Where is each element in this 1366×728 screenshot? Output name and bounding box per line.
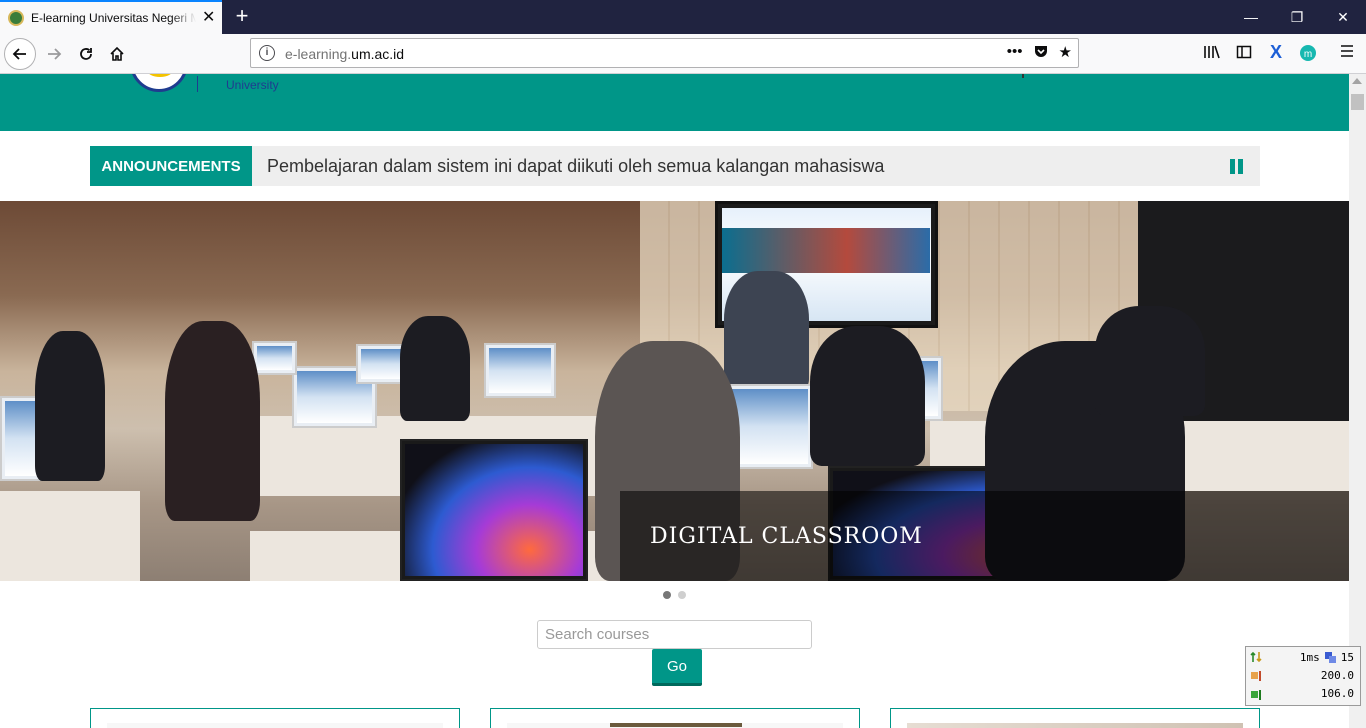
hero-slider[interactable]: DIGITAL CLASSROOM bbox=[0, 201, 1349, 581]
pocket-icon[interactable] bbox=[1033, 43, 1049, 59]
site-favicon-icon bbox=[8, 10, 24, 26]
reload-button[interactable] bbox=[70, 38, 102, 70]
student-figure bbox=[1095, 306, 1205, 416]
minimize-button[interactable]: — bbox=[1228, 0, 1274, 34]
menu-icon[interactable] bbox=[1337, 44, 1357, 63]
back-button[interactable] bbox=[4, 38, 36, 70]
student-figure bbox=[810, 326, 925, 466]
slider-dot-1[interactable] bbox=[663, 591, 671, 599]
logo-text: University bbox=[226, 78, 279, 92]
search-go-button[interactable]: Go bbox=[652, 649, 702, 686]
m-extension-icon[interactable]: m bbox=[1298, 44, 1318, 67]
reload-icon bbox=[80, 48, 92, 60]
slider-dot-2[interactable] bbox=[678, 591, 686, 599]
header-mark bbox=[1022, 74, 1024, 78]
url-prefix: e-learning. bbox=[285, 46, 352, 62]
pause-icon[interactable] bbox=[1230, 159, 1244, 174]
home-icon bbox=[110, 46, 124, 61]
new-tab-button[interactable]: + bbox=[230, 4, 254, 28]
forward-button[interactable] bbox=[38, 38, 70, 70]
close-tab-icon[interactable]: ✕ bbox=[202, 10, 215, 26]
slide-caption-text: DIGITAL CLASSROOM bbox=[650, 524, 923, 549]
student-figure bbox=[400, 316, 470, 421]
student-figure bbox=[35, 331, 105, 481]
browser-navbar: i e-learning.um.ac.id ••• ★ X m bbox=[0, 34, 1366, 74]
home-button[interactable] bbox=[101, 38, 133, 70]
arrows-icon bbox=[1250, 651, 1262, 663]
slide-caption: DIGITAL CLASSROOM bbox=[620, 491, 1349, 581]
library-icon[interactable] bbox=[1202, 44, 1222, 65]
browser-titlebar: E-learning Universitas Negeri Malang ✕ +… bbox=[0, 0, 1366, 34]
announcement-label: ANNOUNCEMENTS bbox=[90, 146, 252, 186]
perf-value-3: 106.0 bbox=[1320, 687, 1354, 700]
perf-count: 15 bbox=[1340, 651, 1354, 664]
scroll-thumb[interactable] bbox=[1351, 94, 1364, 110]
memory-icon bbox=[1251, 690, 1261, 700]
announcement-bar: ANNOUNCEMENTS Pembelajaran dalam sistem … bbox=[90, 146, 1260, 186]
arrow-left-icon bbox=[12, 48, 26, 60]
announcement-text[interactable]: Pembelajaran dalam sistem ini dapat diik… bbox=[267, 156, 884, 177]
tab-title: E-learning Universitas Negeri Malang bbox=[31, 11, 196, 25]
monitor bbox=[400, 439, 588, 581]
scroll-up-icon[interactable] bbox=[1352, 78, 1362, 84]
student-figure bbox=[165, 321, 260, 521]
logo-divider bbox=[197, 76, 198, 92]
university-logo[interactable] bbox=[130, 74, 188, 92]
address-bar[interactable]: i e-learning.um.ac.id ••• ★ bbox=[250, 38, 1079, 68]
site-header: University bbox=[0, 74, 1349, 131]
perf-latency: 1ms bbox=[1299, 651, 1320, 664]
site-info-icon[interactable]: i bbox=[259, 45, 275, 61]
url-domain: um.ac.id bbox=[351, 46, 405, 62]
bookmark-star-icon[interactable]: ★ bbox=[1059, 43, 1072, 61]
monitor bbox=[252, 341, 297, 375]
desk bbox=[0, 491, 140, 581]
restore-button[interactable]: ❐ bbox=[1274, 0, 1320, 34]
svg-text:m: m bbox=[1304, 49, 1312, 60]
presenter-figure bbox=[724, 271, 809, 391]
monitor bbox=[484, 343, 556, 398]
course-card[interactable] bbox=[490, 708, 860, 728]
perf-value-2: 200.0 bbox=[1320, 669, 1354, 682]
page-viewport: University ANNOUNCEMENTS Pembelajaran da… bbox=[0, 74, 1349, 728]
course-search-input[interactable] bbox=[537, 620, 812, 649]
x-extension-icon[interactable]: X bbox=[1266, 42, 1286, 63]
close-window-button[interactable]: ✕ bbox=[1320, 0, 1366, 34]
browser-tab[interactable]: E-learning Universitas Negeri Malang ✕ bbox=[0, 0, 222, 34]
sidebar-icon[interactable] bbox=[1234, 44, 1254, 65]
arrow-right-icon bbox=[48, 48, 62, 60]
performance-widget[interactable]: 1ms 15 200.0 106.0 bbox=[1245, 646, 1361, 706]
course-card[interactable] bbox=[890, 708, 1260, 728]
network-icon bbox=[1324, 652, 1336, 663]
slider-indicators bbox=[663, 591, 686, 599]
page-scrollbar[interactable] bbox=[1349, 74, 1366, 728]
page-actions-icon[interactable]: ••• bbox=[1007, 43, 1023, 61]
url-text: e-learning.um.ac.id bbox=[285, 46, 404, 62]
cpu-icon bbox=[1251, 671, 1261, 681]
course-card[interactable] bbox=[90, 708, 460, 728]
